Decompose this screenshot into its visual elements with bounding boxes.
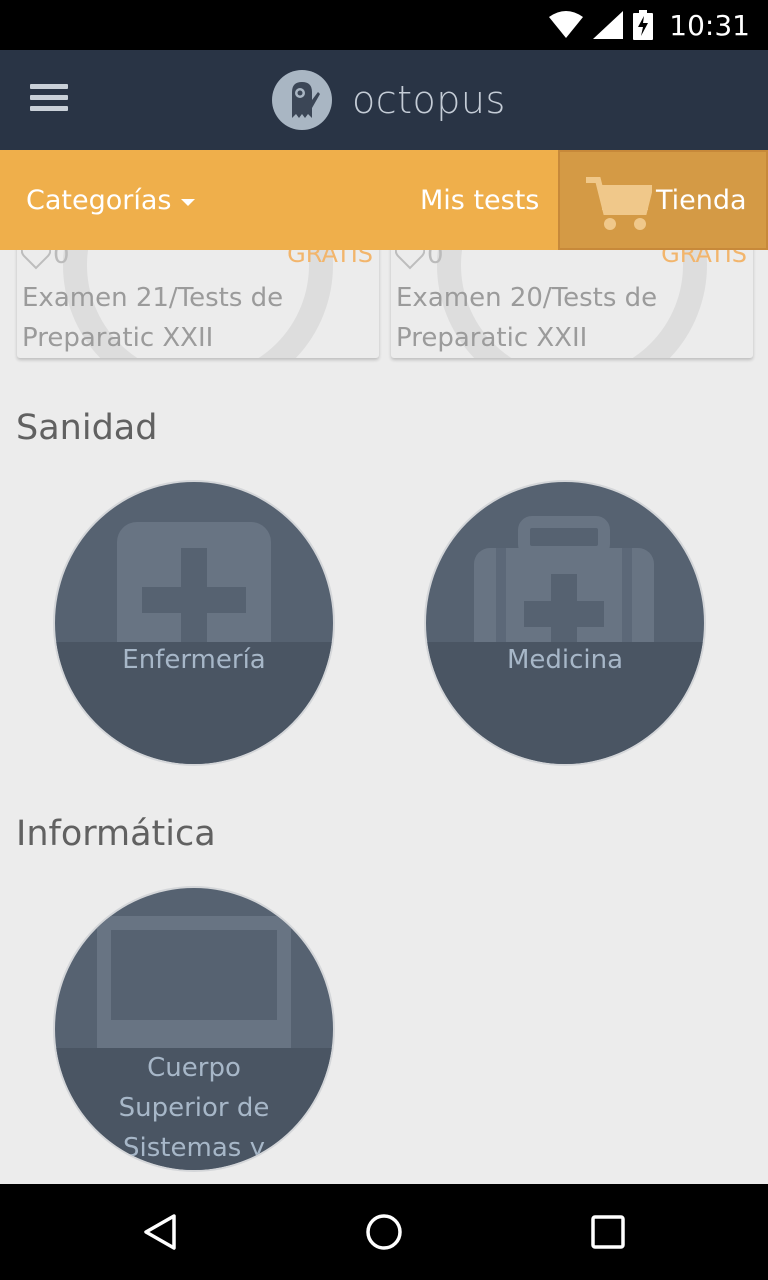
recent-apps-icon[interactable] xyxy=(588,1212,628,1252)
category-cuerpo-superior-sistemas[interactable]: Cuerpo Superior de Sistemas y xyxy=(53,886,335,1172)
battery-charging-icon xyxy=(633,10,654,40)
shopping-cart-icon xyxy=(586,177,652,230)
categories-label: Categorías xyxy=(26,184,172,216)
home-icon[interactable] xyxy=(364,1212,404,1252)
shop-label: Tienda xyxy=(656,184,747,216)
cell-signal-icon xyxy=(593,11,624,39)
status-icons: 10:31 xyxy=(549,0,750,50)
octopus-logo-icon xyxy=(272,70,332,130)
category-label: Medicina xyxy=(506,645,624,675)
category-label: Enfermería xyxy=(122,645,266,675)
shop-tab[interactable]: Tienda xyxy=(558,150,768,250)
section-title-sanidad: Sanidad xyxy=(16,408,158,448)
app-bar: octopus xyxy=(0,50,768,150)
category-enfermeria[interactable]: Enfermería xyxy=(53,480,335,766)
wifi-icon xyxy=(549,11,584,38)
test-title: Examen 20/Tests de Preparatic XXII xyxy=(396,283,658,353)
my-tests-tab[interactable]: Mis tests xyxy=(420,150,539,250)
my-tests-label: Mis tests xyxy=(420,184,540,216)
status-time: 10:31 xyxy=(669,8,750,42)
category-label: Cuerpo Superior de Sistemas y xyxy=(118,1053,270,1163)
system-navigation-bar xyxy=(0,1184,768,1280)
test-title: Examen 21/Tests de Preparatic XXII xyxy=(22,283,284,353)
brand: octopus xyxy=(272,70,506,130)
categories-dropdown[interactable]: Categorías xyxy=(26,150,196,250)
caret-down-icon xyxy=(181,198,196,206)
category-nav-bar: Categorías Mis tests Tienda xyxy=(0,150,768,250)
category-medicina[interactable]: Medicina xyxy=(424,480,706,766)
status-bar: 10:31 xyxy=(0,0,768,50)
back-icon[interactable] xyxy=(140,1212,180,1252)
brand-name: octopus xyxy=(352,78,506,122)
hamburger-menu-icon[interactable] xyxy=(30,84,68,116)
section-title-informatica: Informática xyxy=(16,814,216,854)
